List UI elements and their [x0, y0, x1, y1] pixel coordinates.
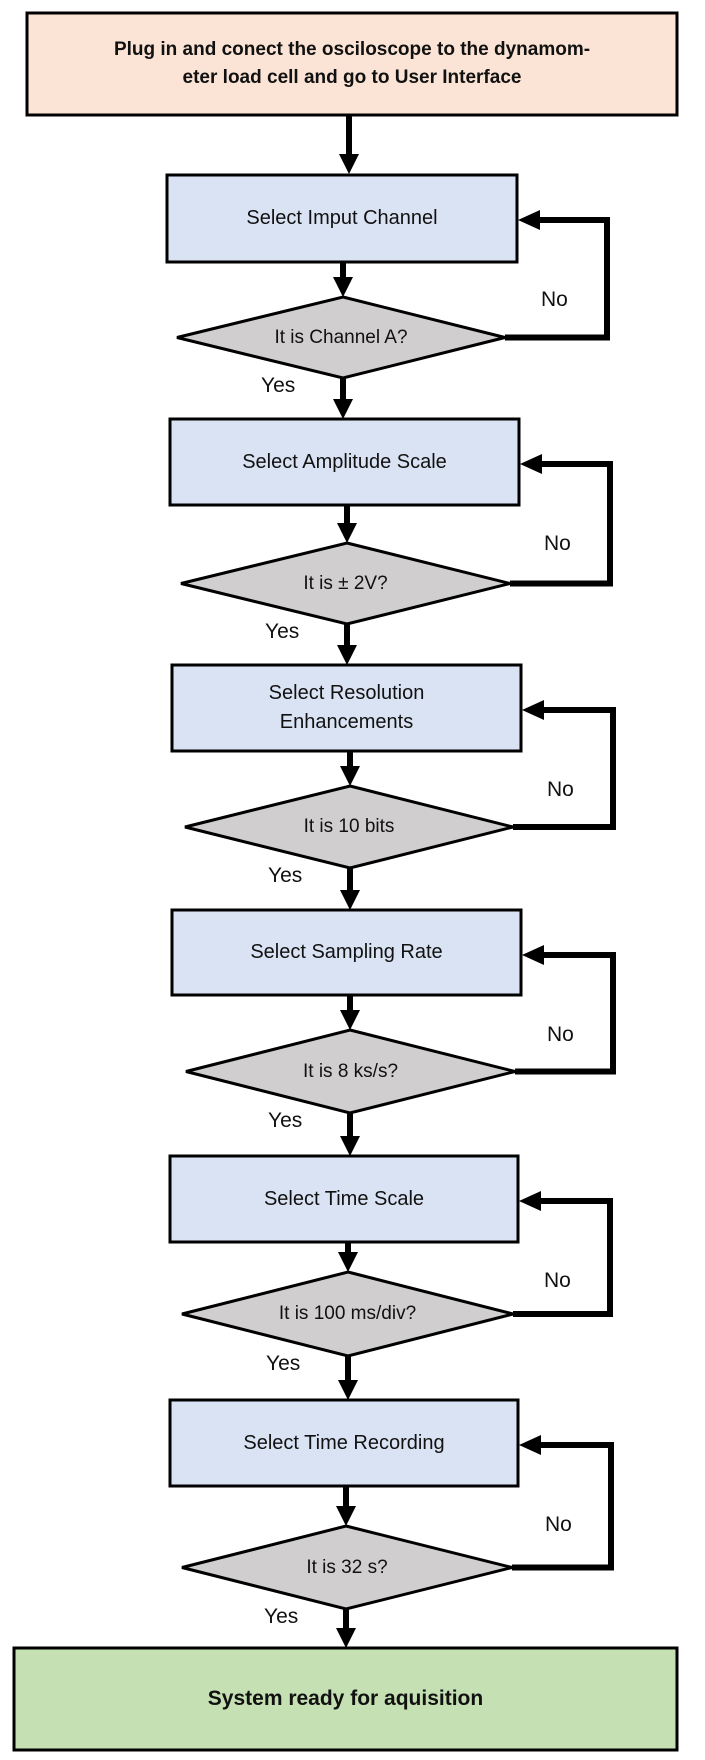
start-text: Plug in and conect the osciloscope to th… — [27, 13, 677, 115]
process-text-3-line-1: Select Resolution — [268, 682, 425, 704]
arrow-process-to-decision-3-head — [340, 766, 360, 786]
decision-text-4: It is 8 ks/s? — [246, 1052, 455, 1092]
decision-text-3: It is 10 bits — [245, 807, 453, 847]
decision-text-6-line-1: It is 32 s? — [306, 1556, 388, 1578]
process-text-5: Select Time Scale — [170, 1156, 518, 1242]
arrow-yes-4-head — [340, 1136, 360, 1156]
arrow-yes-1-head — [333, 399, 353, 419]
yes-label-1: Yes — [261, 374, 296, 397]
process-text-3: Select Resolution Enhancements — [172, 665, 521, 751]
no-label-2: No — [544, 532, 571, 555]
yes-label-6: Yes — [264, 1605, 299, 1628]
no-loop-head-6 — [519, 1435, 541, 1455]
arrow-start-to-step-1-head — [339, 154, 359, 174]
yes-label-2: Yes — [265, 620, 300, 643]
yes-label-3: Yes — [268, 864, 303, 887]
arrow-process-to-decision-6-head — [336, 1506, 356, 1526]
no-loop-head-3 — [522, 700, 544, 720]
decision-text-1-line-1: It is Channel A? — [274, 326, 408, 348]
process-text-4: Select Sampling Rate — [172, 910, 521, 995]
no-loop-line-1 — [505, 217, 610, 341]
no-loop-head-4 — [522, 945, 544, 965]
arrow-yes-5-head — [338, 1380, 358, 1400]
no-label-1: No — [541, 288, 568, 311]
end-text: System ready for aquisition — [14, 1648, 677, 1750]
arrow-yes-6-head — [336, 1628, 356, 1648]
decision-text-1: It is Channel A? — [237, 318, 445, 358]
process-text-1-line-1: Select Imput Channel — [246, 207, 438, 229]
no-label-5: No — [544, 1269, 571, 1292]
arrow-yes-3-head — [340, 890, 360, 910]
arrow-process-to-decision-1-head — [333, 277, 353, 297]
no-loop-line-4 — [515, 952, 616, 1075]
no-loop-line-6 — [512, 1442, 614, 1571]
arrow-yes-2-head — [337, 645, 357, 665]
end-text-line-1: System ready for aquisition — [207, 1686, 484, 1710]
start-text-line-2: eter load cell and go to User Interface — [182, 67, 522, 88]
process-text-2-line-1: Select Amplitude Scale — [242, 450, 447, 473]
decision-text-2-line-1: It is ± 2V? — [303, 572, 388, 594]
process-text-4-line-1: Select Sampling Rate — [250, 941, 443, 963]
decision-text-5-line-1: It is 100 ms/div? — [278, 1303, 417, 1325]
no-loop-line-5 — [513, 1198, 613, 1317]
start-text-line-1: Plug in and conect the osciloscope to th… — [113, 39, 591, 61]
process-text-2: Select Amplitude Scale — [170, 419, 519, 505]
no-label-6: No — [545, 1513, 572, 1536]
decision-text-6: It is 32 s? — [242, 1548, 452, 1588]
arrow-process-to-decision-5-head — [338, 1252, 358, 1272]
process-text-5-line-1: Select Time Scale — [263, 1187, 425, 1210]
no-loop-head-5 — [519, 1191, 541, 1211]
flowchart-canvas — [12, 11, 679, 1752]
no-label-3: No — [547, 778, 574, 801]
process-text-6: Select Time Recording — [170, 1400, 518, 1486]
arrow-process-to-decision-2-head — [337, 523, 357, 543]
no-loop-head-2 — [520, 454, 542, 474]
decision-text-3-line-1: It is 10 bits — [303, 816, 395, 838]
process-text-6-line-1: Select Time Recording — [243, 1431, 445, 1454]
process-text-1: Select Imput Channel — [167, 175, 517, 262]
decision-text-5: It is 100 ms/div? — [242, 1294, 453, 1334]
arrow-process-to-decision-4-head — [340, 1010, 360, 1030]
process-text-3-line-2: Enhancements — [279, 711, 414, 733]
no-loop-head-1 — [518, 210, 540, 230]
no-label-4: No — [547, 1023, 574, 1046]
decision-text-4-line-1: It is 8 ks/s? — [302, 1060, 399, 1082]
decision-text-2: It is ± 2V? — [241, 564, 450, 604]
no-loop-line-2 — [510, 461, 613, 587]
yes-label-5: Yes — [266, 1352, 301, 1375]
yes-label-4: Yes — [268, 1109, 303, 1132]
no-loop-line-3 — [513, 707, 616, 830]
